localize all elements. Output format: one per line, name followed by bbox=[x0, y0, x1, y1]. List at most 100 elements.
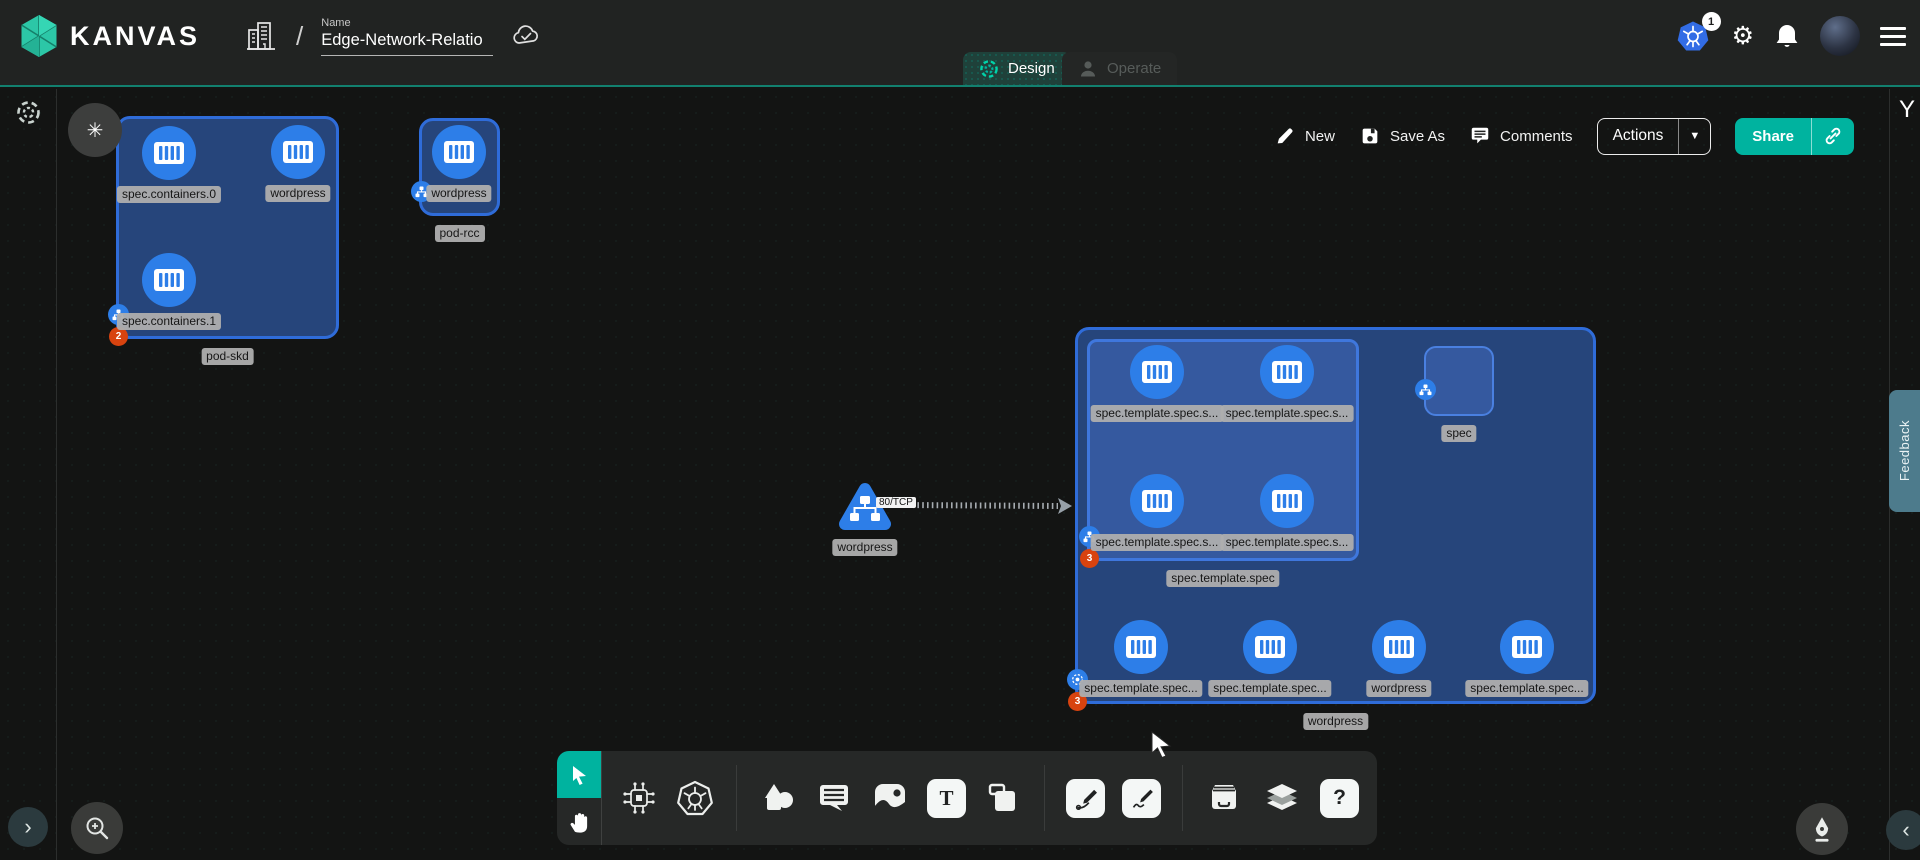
node-label: spec.template.spec.s... bbox=[1221, 405, 1354, 422]
brand[interactable]: KANVAS bbox=[18, 13, 200, 59]
toolbar-divider bbox=[1044, 765, 1045, 831]
kubernetes-count-badge: 1 bbox=[1702, 12, 1721, 31]
sitemap-badge-icon[interactable] bbox=[1415, 379, 1436, 400]
breadcrumb-separator: / bbox=[296, 21, 303, 52]
image-icon bbox=[870, 778, 910, 818]
container-node[interactable] bbox=[271, 125, 325, 179]
pointer-tool-column bbox=[557, 751, 601, 845]
group-label: wordpress bbox=[1303, 713, 1368, 730]
app-header: KANVAS / Name Edge-Network-Relatio 1 ⚙ D… bbox=[0, 0, 1920, 87]
container-node[interactable] bbox=[432, 125, 486, 179]
text-icon: T bbox=[927, 779, 966, 818]
expand-left-panel-button[interactable]: › bbox=[8, 807, 48, 847]
copy-link-icon[interactable] bbox=[1812, 126, 1854, 146]
share-label: Share bbox=[1735, 128, 1811, 145]
tab-design[interactable]: Design bbox=[963, 52, 1071, 85]
container-node[interactable] bbox=[1114, 620, 1168, 674]
caret-down-icon[interactable]: ▼ bbox=[1679, 130, 1710, 142]
node-label: spec.containers.0 bbox=[117, 186, 221, 203]
settings-gear-icon[interactable]: ⚙ bbox=[1732, 24, 1754, 49]
left-rail bbox=[0, 89, 57, 860]
count-badge: 3 bbox=[1080, 549, 1099, 568]
comments-button[interactable]: Comments bbox=[1469, 125, 1573, 147]
shapes-icon bbox=[758, 778, 798, 818]
pen-path-icon bbox=[1066, 779, 1105, 818]
design-name-label: Name bbox=[321, 17, 493, 29]
kubernetes-icon bbox=[675, 778, 715, 818]
comment-tool-icon bbox=[815, 779, 853, 817]
design-name-field[interactable]: Name Edge-Network-Relatio bbox=[321, 17, 493, 56]
group-spec-template-spec[interactable]: 3 bbox=[1087, 339, 1359, 561]
kanvas-logo-icon bbox=[18, 13, 60, 59]
design-tab-label: Design bbox=[1008, 60, 1055, 77]
node-label: spec.template.spec.s... bbox=[1221, 534, 1354, 551]
rectangle-tool[interactable] bbox=[983, 778, 1023, 818]
pan-hand-tool[interactable] bbox=[557, 798, 601, 845]
group-label: pod-rcc bbox=[434, 225, 484, 242]
container-node[interactable] bbox=[1130, 345, 1184, 399]
spec-node[interactable] bbox=[1424, 346, 1494, 416]
save-as-button[interactable]: Save As bbox=[1359, 125, 1445, 147]
header-inner: KANVAS / Name Edge-Network-Relatio bbox=[0, 0, 1920, 72]
feedback-label: Feedback bbox=[1897, 420, 1912, 481]
zoom-in-icon bbox=[82, 813, 112, 843]
pencil-scribble-icon bbox=[1122, 779, 1161, 818]
node-label: spec bbox=[1441, 425, 1476, 442]
help-tool[interactable]: ? bbox=[1320, 779, 1359, 818]
share-button[interactable]: Share bbox=[1735, 118, 1854, 155]
toolbar-divider bbox=[1182, 765, 1183, 831]
container-node[interactable] bbox=[1260, 345, 1314, 399]
component-tool[interactable] bbox=[620, 779, 658, 817]
tab-operate[interactable]: Operate bbox=[1062, 52, 1177, 85]
brand-name: KANVAS bbox=[70, 21, 200, 52]
node-label: wordpress bbox=[426, 185, 491, 202]
organization-icon[interactable] bbox=[244, 18, 278, 54]
design-name-value[interactable]: Edge-Network-Relatio bbox=[321, 31, 493, 56]
edge-label: 80/TCP bbox=[876, 497, 916, 508]
save-icon bbox=[1359, 125, 1381, 147]
group-label: spec.template.spec bbox=[1166, 570, 1279, 587]
service-node[interactable] bbox=[834, 478, 896, 541]
notifications-bell-icon[interactable] bbox=[1774, 22, 1800, 50]
image-tool[interactable] bbox=[870, 778, 910, 818]
cluster-flower-button[interactable]: ✳ bbox=[68, 103, 122, 157]
actions-button[interactable]: Actions ▼ bbox=[1597, 118, 1712, 155]
container-node[interactable] bbox=[1130, 474, 1184, 528]
node-label: wordpress bbox=[265, 185, 330, 202]
group-label: pod-skd bbox=[201, 348, 254, 365]
user-avatar[interactable] bbox=[1820, 16, 1860, 56]
select-cursor-tool[interactable] bbox=[557, 751, 601, 798]
node-label: spec.template.spec... bbox=[1465, 680, 1588, 697]
node-label: wordpress bbox=[1366, 680, 1431, 697]
container-node[interactable] bbox=[142, 126, 196, 180]
container-node[interactable] bbox=[142, 253, 196, 307]
question-icon: ? bbox=[1320, 779, 1359, 818]
drawer-tool[interactable] bbox=[1204, 778, 1244, 818]
container-node[interactable] bbox=[1260, 474, 1314, 528]
container-node[interactable] bbox=[1372, 620, 1426, 674]
drawer-icon bbox=[1204, 778, 1244, 818]
comment-icon bbox=[1469, 125, 1491, 147]
edit-path-tool[interactable] bbox=[1066, 779, 1105, 818]
node-label: spec.template.spec... bbox=[1079, 680, 1202, 697]
container-node[interactable] bbox=[1243, 620, 1297, 674]
shapes-tool[interactable] bbox=[758, 778, 798, 818]
comments-label: Comments bbox=[1500, 128, 1573, 145]
hamburger-menu-icon[interactable] bbox=[1880, 27, 1906, 46]
freehand-draw-tool[interactable] bbox=[1122, 779, 1161, 818]
kubernetes-tool[interactable] bbox=[675, 778, 715, 818]
zoom-search-button[interactable] bbox=[71, 802, 123, 854]
feedback-tab[interactable]: Feedback bbox=[1889, 390, 1920, 512]
text-tool[interactable]: T bbox=[927, 779, 966, 818]
save-as-label: Save As bbox=[1390, 128, 1445, 145]
hand-icon bbox=[566, 809, 592, 835]
new-button[interactable]: New bbox=[1274, 125, 1335, 147]
kubernetes-context-button[interactable]: 1 bbox=[1676, 19, 1712, 53]
layers-tool[interactable] bbox=[1261, 777, 1303, 819]
toolbar-tools: T ? bbox=[602, 765, 1377, 831]
comment-tool[interactable] bbox=[815, 779, 853, 817]
ink-pen-button[interactable] bbox=[1796, 803, 1848, 855]
container-node[interactable] bbox=[1500, 620, 1554, 674]
collapse-right-panel-button[interactable]: ‹ bbox=[1886, 810, 1920, 850]
canvas-toolbar: T ? bbox=[557, 751, 1377, 845]
